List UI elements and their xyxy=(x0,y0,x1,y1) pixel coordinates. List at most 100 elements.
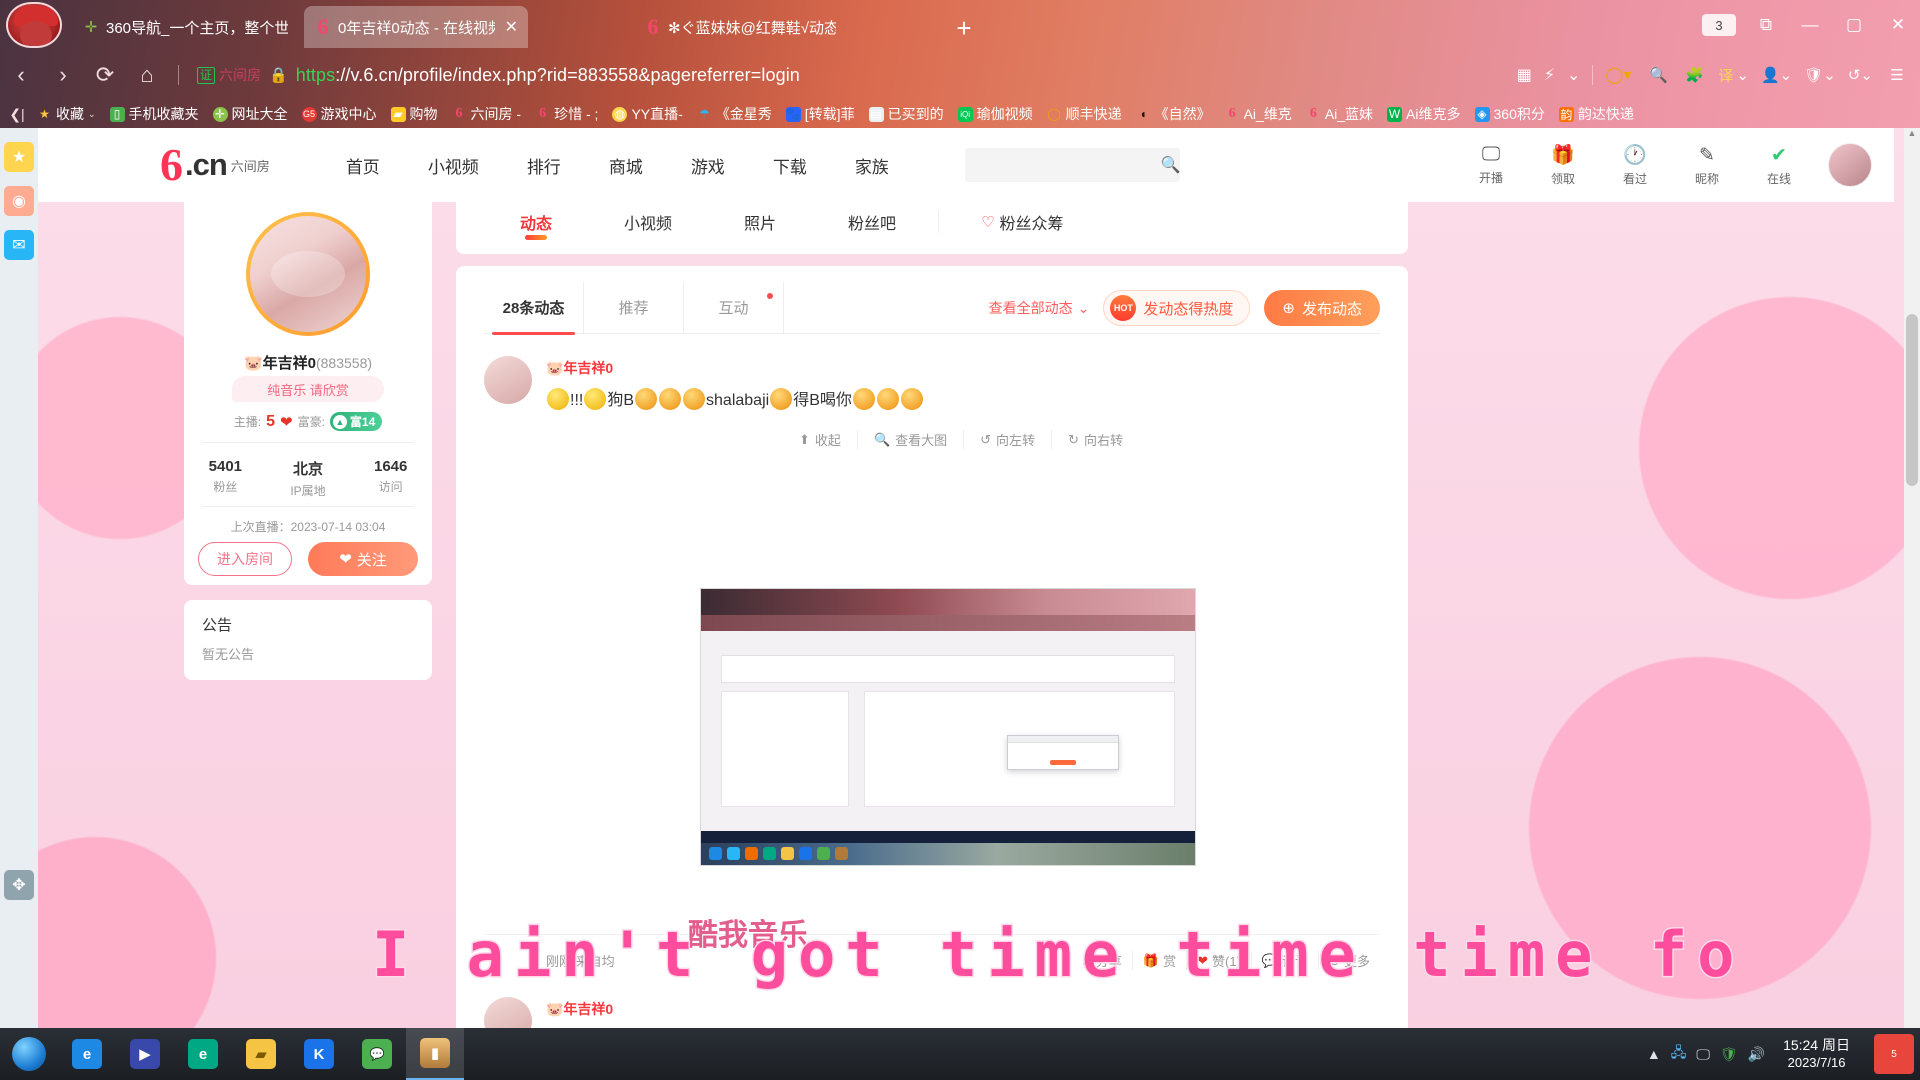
action-more[interactable]: ⊙ 更多 xyxy=(1318,951,1380,970)
filter-tab-recommend[interactable]: 推荐 xyxy=(584,281,684,334)
post-avatar[interactable] xyxy=(484,356,532,404)
bookmarks-scroll-left[interactable]: ❮| xyxy=(4,102,30,126)
op-rotate-left[interactable]: ↺ 向左转 xyxy=(963,430,1051,449)
notification-badge[interactable]: 5 xyxy=(1874,1034,1914,1074)
hot-button[interactable]: HOT 发动态得热度 xyxy=(1103,290,1251,326)
nav-item-home[interactable]: 首页 xyxy=(322,153,404,178)
minimize-button[interactable]: — xyxy=(1788,5,1832,45)
bookmark-item-14[interactable]: 6 Ai_维克 xyxy=(1218,102,1299,126)
tab-count-badge[interactable]: 3 xyxy=(1702,14,1736,36)
taskbar-app-ie[interactable]: e xyxy=(58,1028,116,1080)
q-logo-icon[interactable]: ◯▾ xyxy=(1605,65,1631,85)
bookmark-item-13[interactable]: ◖ 《自然》 xyxy=(1129,102,1218,126)
translate-button[interactable]: 译 ⌄ xyxy=(1713,55,1754,95)
follow-button[interactable]: ❤ 关注 xyxy=(308,542,418,576)
taskbar-app-kingsoft[interactable]: K xyxy=(290,1028,348,1080)
bookmark-item-7[interactable]: ◍ YY直播- xyxy=(605,102,689,126)
action-comment[interactable]: 💬 评论 xyxy=(1250,951,1318,970)
bookmark-item-6[interactable]: 6 珍惜 - ; xyxy=(528,102,605,126)
avatar[interactable] xyxy=(1828,143,1872,187)
bookmark-item-8[interactable]: ☂ 《金星秀 xyxy=(690,102,779,126)
browser-tab-2[interactable]: 6 0年吉祥0动态 - 在线视频娱乐直 ✕ xyxy=(304,6,528,48)
menu-icon[interactable]: ☰ xyxy=(1880,55,1914,95)
op-rotate-right[interactable]: ↻ 向右转 xyxy=(1051,430,1139,449)
view-all-dropdown[interactable]: 查看全部动态 ⌄ xyxy=(989,298,1090,318)
back-button[interactable]: ‹ xyxy=(0,54,42,96)
star-icon[interactable]: ★ xyxy=(4,142,34,172)
browser-tab-1[interactable]: ✛ 360导航_一个主页，整个世界 xyxy=(72,6,298,48)
bookmark-item-12[interactable]: ◯ 顺丰快递 xyxy=(1040,102,1129,126)
shield-icon[interactable]: 🛡 xyxy=(1720,1046,1738,1063)
settings-icon[interactable]: ✥ xyxy=(4,870,34,900)
post-author[interactable]: 🐷年吉祥0 xyxy=(546,358,613,378)
eye-icon[interactable]: ◉ xyxy=(4,186,34,216)
home-button[interactable]: ⌂ xyxy=(126,54,168,96)
filter-tab-all[interactable]: 28条动态 xyxy=(484,281,584,335)
header-tool-history[interactable]: 🕐 看过 xyxy=(1612,143,1658,187)
enter-room-button[interactable]: 进入房间 xyxy=(198,542,292,576)
network-icon[interactable]: 🖧 xyxy=(1671,1042,1687,1066)
op-view-large[interactable]: 🔍 查看大图 xyxy=(856,430,963,449)
bookmark-item-16[interactable]: W Ai维克多 xyxy=(1380,102,1467,126)
chevron-up-icon[interactable]: ▲ xyxy=(1647,1046,1661,1062)
chevron-down-icon[interactable]: ⌄ xyxy=(1567,65,1580,85)
reload-button[interactable]: ⟳ xyxy=(84,54,126,96)
header-tool-online[interactable]: ✔ 在线 xyxy=(1756,144,1802,187)
action-share[interactable]: ↗ 分享 xyxy=(1071,951,1132,970)
bookmark-item-4[interactable]: ▰ 购物 xyxy=(384,102,445,126)
bookmark-item-11[interactable]: iQi 瑜伽视频 xyxy=(951,102,1040,126)
tab-list-icon[interactable]: ⧉ xyxy=(1744,5,1788,45)
new-tab-button[interactable]: + xyxy=(947,14,981,44)
tab-photos[interactable]: 照片 xyxy=(708,190,812,254)
browser-user-avatar[interactable] xyxy=(6,2,62,48)
header-tool-claim[interactable]: 🎁 领取 xyxy=(1540,143,1586,187)
extension-icon[interactable]: 🧩 xyxy=(1677,55,1711,95)
forward-button[interactable]: › xyxy=(42,54,84,96)
bookmark-item-10[interactable]: ▤ 已买到的 xyxy=(862,102,951,126)
nav-item-game[interactable]: 游戏 xyxy=(667,153,749,178)
taskbar-app-media[interactable]: ▶ xyxy=(116,1028,174,1080)
bookmark-item-5[interactable]: 6 六间房 - xyxy=(445,102,529,126)
bookmark-item-1[interactable]: ▯ 手机收藏夹 xyxy=(103,102,206,126)
clock[interactable]: 15:24 周日 2023/7/16 xyxy=(1775,1037,1858,1071)
profile-avatar[interactable] xyxy=(246,212,370,336)
taskbar-app-edge[interactable]: e xyxy=(174,1028,232,1080)
tab-dongtai[interactable]: 动态 xyxy=(484,190,588,254)
maximize-button[interactable]: ▢ xyxy=(1832,5,1876,45)
action-reward[interactable]: 🎁 赏 xyxy=(1131,951,1186,970)
action-like[interactable]: ❤ 赞(1) xyxy=(1186,951,1251,970)
certificate-badge[interactable]: 证 六间房 xyxy=(197,65,261,85)
shield-icon[interactable]: 🛡⌄ xyxy=(1799,55,1841,95)
url-text[interactable]: https://v.6.cn/profile/index.php?rid=883… xyxy=(296,65,800,86)
search-icon[interactable]: 🔍 xyxy=(1641,55,1675,95)
nav-item-rank[interactable]: 排行 xyxy=(503,153,585,178)
header-tool-nickname[interactable]: ✎ 昵称 xyxy=(1684,144,1730,187)
page-scrollbar[interactable]: ▲ ▼ xyxy=(1904,128,1920,1080)
taskbar-app-wechat[interactable]: 💬 xyxy=(348,1028,406,1080)
publish-button[interactable]: ⊕ 发布动态 xyxy=(1264,290,1380,326)
post-image[interactable] xyxy=(700,588,1196,866)
site-logo[interactable]: 6 .cn 六间房 xyxy=(160,142,270,188)
bookmark-item-2[interactable]: ✛ 网址大全 xyxy=(206,102,295,126)
site-search[interactable]: 🔍 xyxy=(964,148,1181,182)
scroll-up-arrow[interactable]: ▲ xyxy=(1904,128,1920,144)
post-author[interactable]: 🐷年吉祥0 xyxy=(546,999,613,1019)
search-icon[interactable]: 🔍 xyxy=(1161,148,1181,182)
taskbar-app-active[interactable]: ▮ xyxy=(406,1028,464,1080)
bookmark-item-17[interactable]: ◈ 360积分 xyxy=(1468,102,1552,126)
nav-item-shortvideo[interactable]: 小视频 xyxy=(404,153,503,178)
bookmark-item-9[interactable]: 🐾 [转载]菲 xyxy=(779,102,862,126)
nav-item-download[interactable]: 下载 xyxy=(749,153,831,178)
monitor-icon[interactable]: 🖵 xyxy=(1696,1046,1710,1063)
bookmark-item-0[interactable]: ★ 收藏 ⌄ xyxy=(30,102,103,126)
nav-item-mall[interactable]: 商城 xyxy=(585,153,667,178)
user-icon[interactable]: 👤⌄ xyxy=(1756,55,1797,95)
volume-icon[interactable]: 🔊 xyxy=(1748,1046,1765,1063)
close-icon[interactable]: ✕ xyxy=(505,17,518,37)
mail-icon[interactable]: ✉ xyxy=(4,230,34,260)
lightning-icon[interactable]: ⚡ xyxy=(1544,65,1555,85)
bookmark-item-3[interactable]: G5 游戏中心 xyxy=(295,102,384,126)
start-button[interactable] xyxy=(0,1028,58,1080)
omnibox[interactable]: 证 六间房 🔒 https://v.6.cn/profile/index.php… xyxy=(197,58,1641,92)
browser-tab-3[interactable]: 6 ✻ぐ蓝妹妹@红舞鞋√动态 - 在线 xyxy=(634,6,846,48)
